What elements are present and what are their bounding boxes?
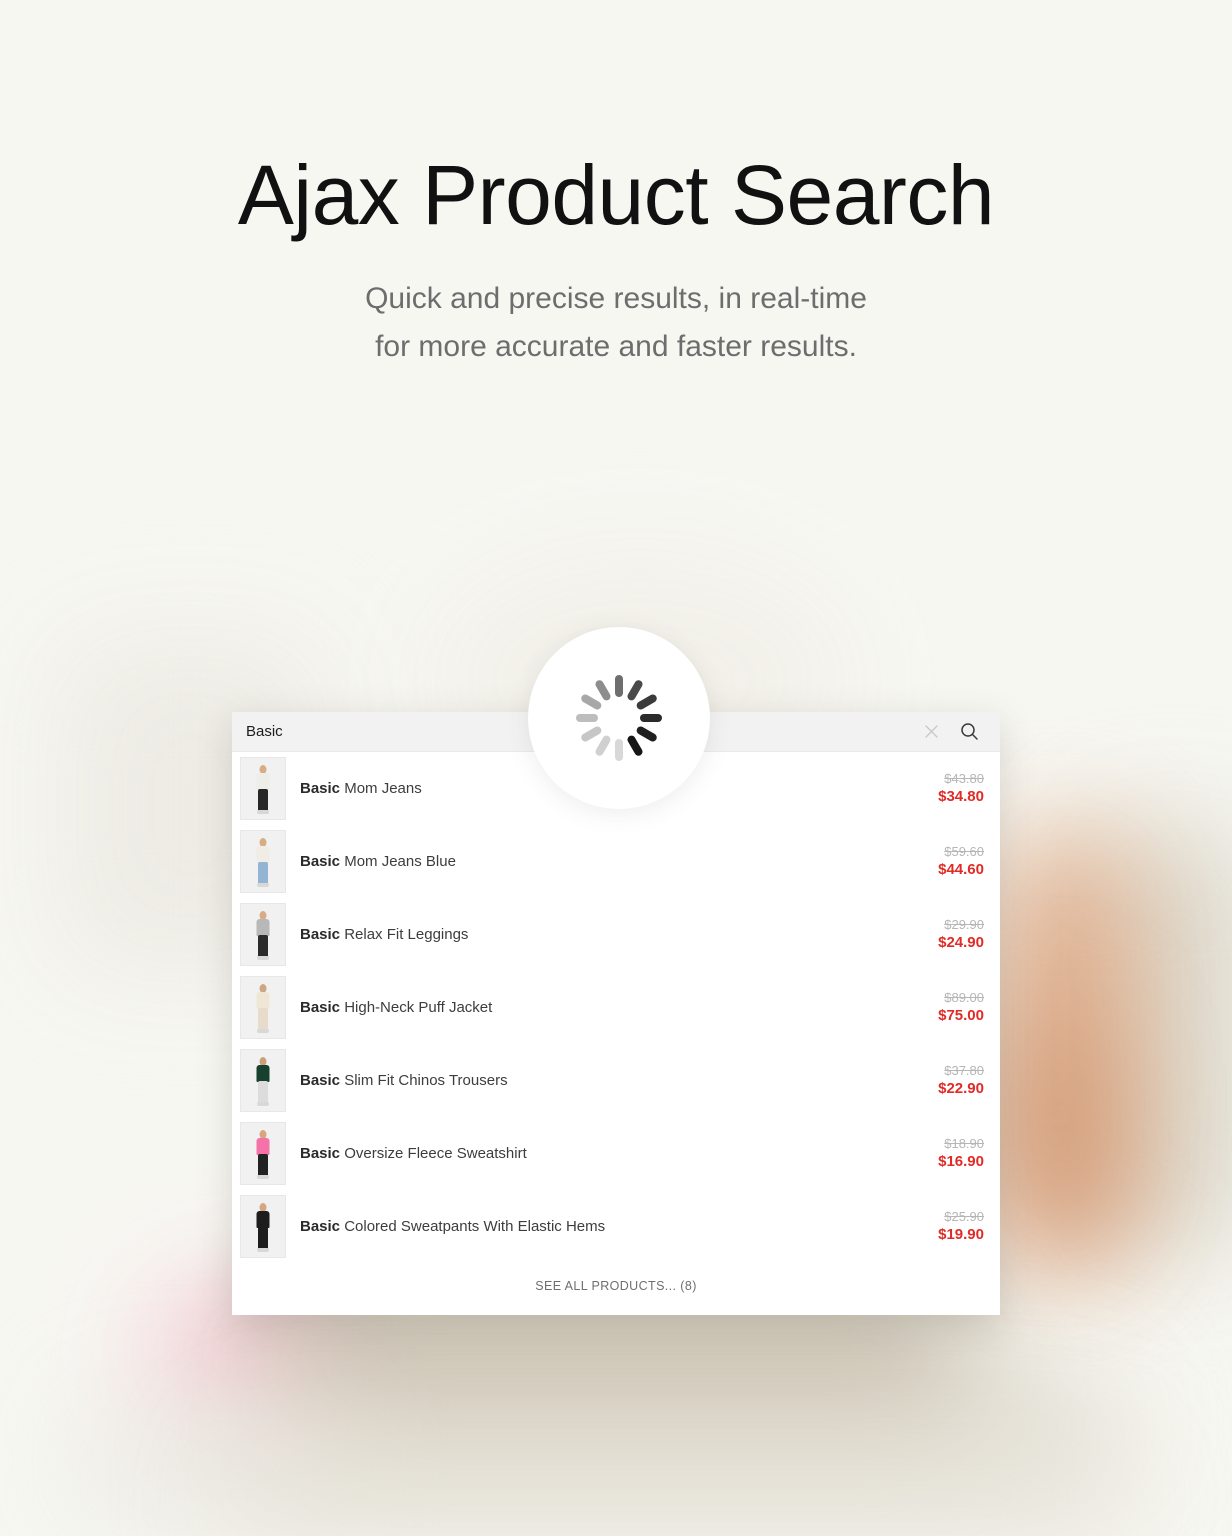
result-row[interactable]: Basic High-Neck Puff Jacket $89.00 $75.00 [232, 971, 1000, 1044]
product-thumbnail [240, 830, 286, 893]
sale-price: $19.90 [938, 1226, 984, 1244]
spinner-spoke [576, 714, 598, 722]
spinner-spoke [635, 693, 659, 711]
spinner-spoke [635, 725, 659, 743]
loading-spinner-icon [576, 675, 662, 761]
product-name-rest: Mom Jeans Blue [340, 852, 456, 870]
product-thumbnail [240, 1049, 286, 1112]
original-price: $25.90 [944, 1208, 984, 1224]
hero-section: Ajax Product Search Quick and precise re… [0, 150, 1232, 371]
price-column: $37.80 $22.90 [894, 1062, 984, 1100]
matched-term: Basic [300, 925, 341, 943]
result-row[interactable]: Basic Mom Jeans Blue $59.60 $44.60 [232, 825, 1000, 898]
matched-term: Basic [300, 779, 341, 797]
sale-price: $75.00 [938, 1007, 984, 1025]
search-icon[interactable] [954, 717, 984, 747]
price-column: $25.90 $19.90 [894, 1208, 984, 1246]
product-name-rest: Slim Fit Chinos Trousers [340, 1071, 508, 1089]
close-icon[interactable] [916, 717, 946, 747]
spinner-spoke [594, 678, 612, 702]
background-blur-shape [1010, 1010, 1100, 1250]
product-name: Basic Relax Fit Leggings [300, 925, 894, 945]
price-column: $89.00 $75.00 [894, 989, 984, 1027]
product-name: Basic Colored Sweatpants With Elastic He… [300, 1217, 894, 1237]
page-title: Ajax Product Search [237, 148, 995, 242]
loading-overlay [528, 627, 710, 809]
spinner-spoke [640, 714, 662, 722]
product-name-rest: Oversize Fleece Sweatshirt [340, 1144, 527, 1162]
result-row[interactable]: Basic Colored Sweatpants With Elastic He… [232, 1190, 1000, 1263]
product-thumbnail [240, 903, 286, 966]
spinner-spoke [579, 725, 603, 743]
original-price: $89.00 [944, 989, 984, 1005]
background-blur-shape [230, 1440, 1130, 1536]
sale-price: $16.90 [938, 1153, 984, 1171]
product-name: Basic Oversize Fleece Sweatshirt [300, 1144, 894, 1164]
matched-term: Basic [300, 852, 341, 870]
product-thumbnail [240, 757, 286, 820]
spinner-spoke [626, 678, 644, 702]
original-price: $59.60 [944, 843, 984, 859]
price-column: $29.90 $24.90 [894, 916, 984, 954]
product-thumbnail [240, 1195, 286, 1258]
panel-footer: SEE ALL PRODUCTS... (8) [232, 1263, 1000, 1315]
original-price: $18.90 [944, 1135, 984, 1151]
subtitle-line-1: Quick and precise results, in real-time [365, 281, 867, 315]
product-name: Basic Mom Jeans Blue [300, 852, 894, 872]
sale-price: $24.90 [938, 934, 984, 952]
product-name: Basic High-Neck Puff Jacket [300, 998, 894, 1018]
spinner-spoke [626, 734, 644, 758]
price-column: $43.80 $34.80 [894, 770, 984, 808]
spinner-spoke [615, 739, 623, 761]
spinner-spoke [594, 734, 612, 758]
sale-price: $22.90 [938, 1080, 984, 1098]
matched-term: Basic [300, 1144, 341, 1162]
spinner-spoke [615, 675, 623, 697]
product-name: Basic Slim Fit Chinos Trousers [300, 1071, 894, 1091]
original-price: $37.80 [944, 1062, 984, 1078]
subtitle-line-2: for more accurate and faster results. [375, 329, 857, 363]
see-all-products-link[interactable]: SEE ALL PRODUCTS... (8) [535, 1279, 697, 1293]
price-column: $18.90 $16.90 [894, 1135, 984, 1173]
product-name-rest: Mom Jeans [340, 779, 422, 797]
spinner-spoke [579, 693, 603, 711]
matched-term: Basic [300, 1071, 341, 1089]
result-row[interactable]: Basic Slim Fit Chinos Trousers $37.80 $22.… [232, 1044, 1000, 1117]
original-price: $43.80 [944, 770, 984, 786]
matched-term: Basic [300, 998, 341, 1016]
original-price: $29.90 [944, 916, 984, 932]
result-row[interactable]: Basic Oversize Fleece Sweatshirt $18.90 $1… [232, 1117, 1000, 1190]
search-results-list: Basic Mom Jeans $43.80 $34.80 Basic Mom Jea… [232, 752, 1000, 1263]
price-column: $59.60 $44.60 [894, 843, 984, 881]
result-row[interactable]: Basic Relax Fit Leggings $29.90 $24.90 [232, 898, 1000, 971]
product-name-rest: Relax Fit Leggings [340, 925, 469, 943]
sale-price: $44.60 [938, 861, 984, 879]
product-name-rest: High-Neck Puff Jacket [340, 998, 493, 1016]
matched-term: Basic [300, 1217, 341, 1235]
product-thumbnail [240, 976, 286, 1039]
product-name-rest: Colored Sweatpants With Elastic Hems [340, 1217, 606, 1235]
sale-price: $34.80 [938, 788, 984, 806]
page-subtitle: Quick and precise results, in real-time … [0, 275, 1232, 371]
product-thumbnail [240, 1122, 286, 1185]
